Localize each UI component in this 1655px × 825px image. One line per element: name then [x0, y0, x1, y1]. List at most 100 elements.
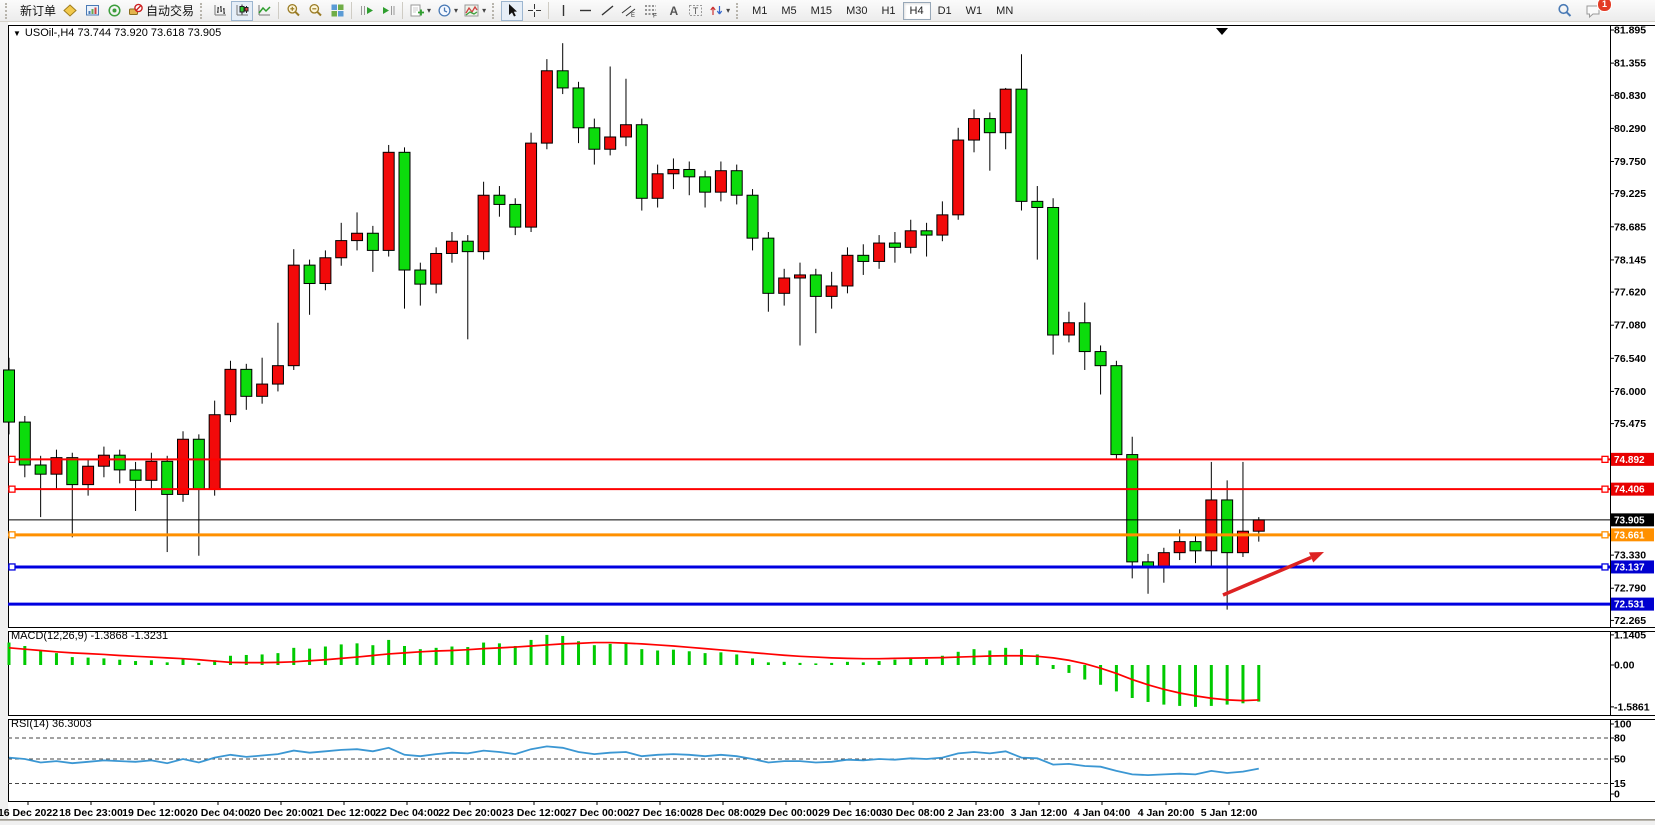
- line-handle[interactable]: [9, 456, 15, 462]
- new-order-button[interactable]: 新订单: [14, 1, 59, 21]
- bull-candle: [652, 174, 663, 199]
- bar-chart-button[interactable]: [209, 1, 231, 21]
- equidistant-channel-button[interactable]: E: [618, 1, 640, 21]
- bear-candle: [684, 169, 695, 176]
- macd-histogram-bar: [609, 644, 612, 665]
- vertical-line-button[interactable]: [552, 1, 574, 21]
- timeframe-w1[interactable]: W1: [959, 2, 990, 20]
- fibonacci-button[interactable]: F: [640, 1, 662, 21]
- new-chart-button[interactable]: ▾: [406, 1, 434, 21]
- cursor-button[interactable]: [501, 1, 523, 21]
- search-icon: [1557, 3, 1573, 19]
- toolbar-grip[interactable]: [736, 3, 742, 19]
- macd-histogram-bar: [751, 658, 754, 665]
- macd-histogram-bar: [387, 640, 390, 665]
- rsi-axis-label: 50: [1614, 754, 1626, 766]
- periods-button[interactable]: ▾: [434, 1, 461, 21]
- price-badge-label: 73.905: [1614, 515, 1645, 526]
- price-badge-label: 73.661: [1614, 530, 1645, 541]
- svg-text:F: F: [653, 13, 657, 19]
- text-button[interactable]: A: [662, 1, 684, 21]
- macd-histogram-bar: [324, 647, 327, 665]
- bull-candle: [431, 253, 442, 284]
- price-axis-label: 80.830: [1614, 90, 1646, 102]
- line-handle[interactable]: [9, 532, 15, 538]
- indicators-button[interactable]: ▾: [461, 1, 489, 21]
- macd-histogram-bar: [925, 659, 928, 665]
- macd-histogram-bar: [71, 657, 74, 665]
- dropdown-caret-icon: ▾: [427, 6, 431, 15]
- chart-canvas[interactable]: 81.89581.35580.83080.29079.75079.22578.6…: [0, 22, 1655, 820]
- toolbar-grip[interactable]: [200, 3, 206, 19]
- market-watch-button[interactable]: [81, 1, 103, 21]
- line-chart-button[interactable]: [253, 1, 275, 21]
- bull-candle: [842, 255, 853, 286]
- zoom-out-button[interactable]: [304, 1, 326, 21]
- macd-histogram-bar: [593, 645, 596, 665]
- macd-histogram-bar: [340, 644, 343, 665]
- arrows-button[interactable]: ▾: [706, 1, 733, 21]
- macd-histogram-bar: [87, 658, 90, 665]
- macd-histogram-bar: [39, 650, 42, 665]
- macd-histogram-bar: [403, 646, 406, 665]
- macd-histogram-bar: [783, 662, 786, 665]
- timeframe-m30[interactable]: M30: [839, 2, 874, 20]
- price-axis-label: 81.895: [1614, 25, 1646, 37]
- tile-windows-icon: [330, 3, 345, 18]
- gold-ingot-button[interactable]: [59, 1, 81, 21]
- chart-shift-icon: [381, 3, 396, 18]
- macd-histogram-bar: [719, 652, 722, 665]
- price-axis-label: 78.685: [1614, 221, 1646, 233]
- timeframe-h1[interactable]: H1: [874, 2, 902, 20]
- notification-badge: 1: [1597, 0, 1612, 12]
- trendline-icon: [600, 3, 615, 18]
- macd-histogram-bar: [1083, 665, 1086, 680]
- bull-candle: [620, 125, 631, 137]
- zoom-in-button[interactable]: [282, 1, 304, 21]
- text-label-button[interactable]: T: [684, 1, 706, 21]
- periods-clock-icon: [437, 3, 452, 18]
- chart-shift-button[interactable]: [377, 1, 399, 21]
- macd-histogram-bar: [514, 646, 517, 665]
- navigator-button[interactable]: [103, 1, 125, 21]
- dropdown-caret-icon: ▾: [726, 6, 730, 15]
- auto-scroll-button[interactable]: [355, 1, 377, 21]
- macd-histogram-bar: [308, 649, 311, 665]
- search-button[interactable]: [1554, 1, 1576, 21]
- timeframe-d1[interactable]: D1: [931, 2, 959, 20]
- timeframe-mn[interactable]: MN: [989, 2, 1020, 20]
- macd-axis-label: -1.5861: [1614, 701, 1650, 713]
- timeframe-m1[interactable]: M1: [745, 2, 774, 20]
- horizontal-line-icon: [578, 3, 593, 18]
- crosshair-button[interactable]: [523, 1, 545, 21]
- bull-candle: [446, 241, 457, 253]
- horizontal-line-button[interactable]: [574, 1, 596, 21]
- macd-histogram-bar: [1194, 665, 1197, 707]
- macd-histogram-bar: [672, 650, 675, 665]
- bull-candle: [953, 140, 964, 215]
- time-axis-label: 22 Dec 04:00: [375, 807, 439, 819]
- auto-trading-icon: [128, 3, 143, 18]
- line-handle[interactable]: [9, 564, 15, 570]
- macd-histogram-bar: [118, 660, 121, 665]
- toolbar-grip[interactable]: [5, 3, 11, 19]
- one-click-trading-icon[interactable]: ▼: [13, 29, 21, 38]
- trendline-button[interactable]: [596, 1, 618, 21]
- auto-trading-button[interactable]: 自动交易: [125, 1, 197, 21]
- line-handle[interactable]: [9, 486, 15, 492]
- toolbar-grip[interactable]: [492, 3, 498, 19]
- macd-histogram-bar: [688, 651, 691, 665]
- candle-chart-button[interactable]: [231, 1, 253, 21]
- status-bar: [0, 820, 1655, 825]
- crosshair-icon: [527, 3, 542, 18]
- timeframe-h4[interactable]: H4: [903, 2, 931, 20]
- timeframe-m5[interactable]: M5: [774, 2, 803, 20]
- line-handle[interactable]: [1602, 456, 1608, 462]
- tile-windows-button[interactable]: [326, 1, 348, 21]
- time-axis-label: 30 Dec 08:00: [881, 807, 945, 819]
- line-handle[interactable]: [1602, 532, 1608, 538]
- line-handle[interactable]: [1602, 564, 1608, 570]
- line-handle[interactable]: [1602, 486, 1608, 492]
- time-axis-label: 16 Dec 2022: [0, 807, 58, 819]
- timeframe-m15[interactable]: M15: [804, 2, 839, 20]
